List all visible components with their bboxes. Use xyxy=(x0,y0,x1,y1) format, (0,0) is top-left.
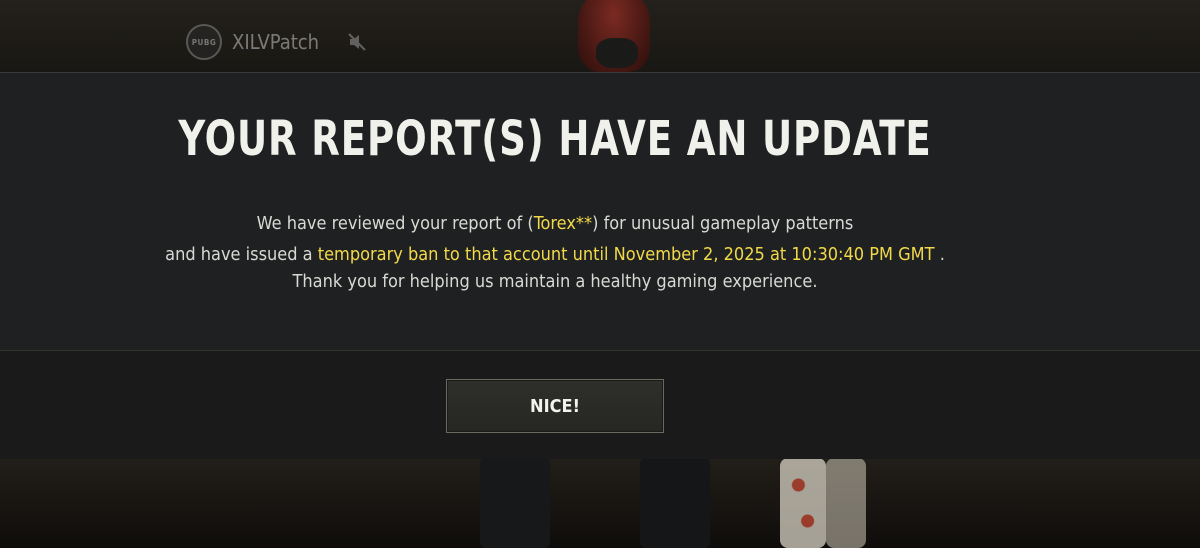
message-line-1-post: ) for unusual gameplay patterns xyxy=(592,213,854,234)
dialog-body: YOUR REPORT(S) HAVE AN UPDATE We have re… xyxy=(0,72,1200,351)
report-update-dialog: YOUR REPORT(S) HAVE AN UPDATE We have re… xyxy=(0,72,1200,459)
game-logo-icon: PUBG xyxy=(186,24,222,60)
message-line-2-post: . xyxy=(934,244,945,265)
message-line-1: We have reviewed your report of (Torex**… xyxy=(0,213,1110,234)
ban-details: temporary ban to that account until Nove… xyxy=(317,244,935,265)
character-mask xyxy=(596,38,638,68)
dialog-title: YOUR REPORT(S) HAVE AN UPDATE xyxy=(178,111,932,167)
message-line-2-pre: and have issued a xyxy=(165,244,318,265)
reported-player-name: Torex** xyxy=(533,213,593,234)
player-tag: PUBG XILVPatch xyxy=(186,24,367,60)
nice-button[interactable]: NICE! xyxy=(446,379,664,433)
character-dress xyxy=(780,458,826,548)
mute-icon xyxy=(348,33,366,51)
message-line-3: Thank you for helping us maintain a heal… xyxy=(292,271,818,292)
dialog-footer: NICE! xyxy=(0,350,1200,459)
character-leg-right xyxy=(640,458,710,548)
message-line-2: and have issued a temporary ban to that … xyxy=(0,244,1110,265)
scene-bottom-strip xyxy=(0,458,1200,548)
character-dress-edge xyxy=(826,458,866,548)
player-name: XILVPatch xyxy=(232,30,320,54)
character-leg-left xyxy=(480,458,550,548)
message-line-1-pre: We have reviewed your report of ( xyxy=(256,213,534,234)
